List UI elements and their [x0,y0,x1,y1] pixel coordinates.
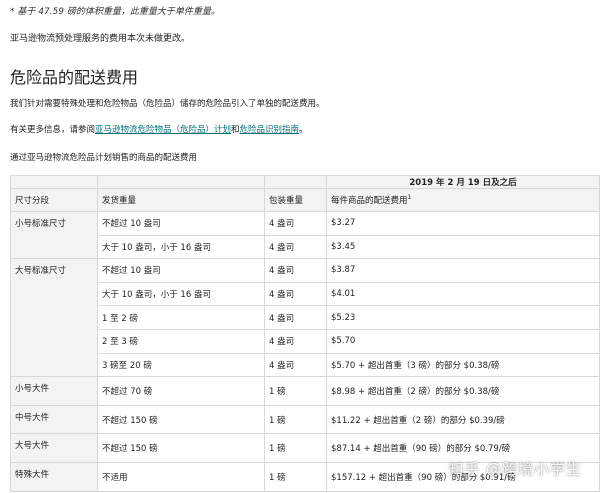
table-row: 1 至 2 磅4 盎司 $5.23 [11,305,600,330]
table-row: 中号大件 不超过 150 磅1 磅 $11.22 + 超出首重（2 磅）的部分 $0… [10,404,600,435]
shipping-weight-cell: 3 磅至 20 磅 [97,352,265,378]
shipping-weight-cell: 不超过 150 磅 [97,404,265,435]
packaging-weight-cell: 1 磅 [264,433,327,463]
shipping-weight-cell: 2 至 3 磅 [97,328,265,354]
column-header-weight: 发货重量 [97,188,265,212]
table-row: 大号标准尺寸 不超过 10 盎司 4 盎司 $3.87 [10,258,600,378]
table-header-blank [97,175,265,189]
intro-text: 我们针对需要特殊处理和危险物品（危险品）储存的危险品引入了单独的配送费用。 [10,99,325,109]
column-header-packaging: 包装重量 [264,188,327,212]
fulfillment-fee-cell: $3.45 [326,234,600,260]
watermark: 知乎 @跨境小学生 [448,460,582,478]
shipping-weight-cell: 不适用 [97,461,265,492]
packaging-weight-cell: 1 磅 [264,461,327,492]
size-tier-cell: 特殊大件 [10,461,98,492]
size-tier-cell: 大号标准尺寸 [10,258,98,378]
packaging-weight-cell: 4 盎司 [264,352,327,378]
fulfillment-fee-cell: $3.87 [326,258,600,283]
column-header-fee-label: 每件商品的配送费用 [331,196,408,206]
table-row: 小号大件 不超过 70 磅1 磅 $8.98 + 超出首重（2 磅）的部分 $0.3… [10,376,600,406]
table-row: 小号标准尺寸 不超过 10 盎司 4 盎司 $3.27 [10,210,600,260]
table-row: 大于 10 盎司，小于 16 盎司 4 盎司 $4.01 [11,281,600,307]
size-tier-cell: 小号标准尺寸 [10,210,98,260]
shipping-weight-cell: 1 至 2 磅 [97,305,265,330]
column-header-fee: 每件商品的配送费用1 [326,188,600,212]
shipping-weight-cell: 不超过 10 盎司 [97,211,265,236]
footnote-marker: 1 [407,194,412,202]
shipping-weight-cell: 大于 10 盎司，小于 16 盎司 [97,281,265,307]
packaging-weight-cell: 4 盎司 [264,305,327,330]
fee-table: 2019 年 2 月 19 日及之后 尺寸分段 发货重量 包装重量 每件商品的配… [10,175,600,492]
section-title: 危险品的配送费用 [10,68,139,87]
shipping-weight-cell: 大于 10 盎司，小于 16 盎司 [97,234,265,260]
table-row: 2 至 3 磅4 盎司 $5.70 [11,328,600,354]
packaging-weight-cell: 4 盎司 [264,234,327,260]
packaging-weight-cell: 1 磅 [264,404,327,435]
fulfillment-fee-cell: $3.27 [326,211,600,236]
column-header-tier: 尺寸分段 [10,188,98,212]
shipping-weight-cell: 不超过 70 磅 [97,376,265,406]
more-info-suffix: 。 [299,125,308,135]
table-header-blank [10,175,98,189]
more-info-middle: 和 [231,125,240,135]
fulfillment-fee-cell: $8.98 + 超出首重（2 磅）的部分 $0.38/磅 [326,376,600,406]
date-header: 2019 年 2 月 19 日及之后 [326,175,600,189]
packaging-weight-cell: 4 盎司 [264,258,327,283]
prep-fee-notice: 亚马逊物流预处理服务的费用本次未做更改。 [10,34,191,44]
packaging-weight-cell: 4 盎司 [264,281,327,307]
fulfillment-fee-cell: $11.22 + 超出首重（2 磅）的部分 $0.39/磅 [326,404,600,435]
more-info-prefix: 有关更多信息，请参阅 [10,125,96,135]
packaging-weight-cell: 4 盎司 [264,328,327,354]
size-tier-cell: 中号大件 [10,404,98,435]
fulfillment-fee-cell: $5.70 + 超出首重（3 磅）的部分 $0.38/磅 [326,352,600,378]
table-row: 大于 10 盎司，小于 16 盎司 4 盎司 $3.45 [11,234,600,260]
more-info-text: 有关更多信息，请参阅亚马逊物流危险物品（危险品）计划和危险品识别指南。 [10,123,308,135]
fulfillment-fee-cell: $4.01 [326,281,600,307]
fulfillment-fee-cell: $5.23 [326,305,600,330]
packaging-weight-cell: 1 磅 [264,376,327,406]
table-title: 通过亚马逊物流危险品计划销售的商品的配送费用 [10,153,198,163]
packaging-weight-cell: 4 盎司 [264,211,327,236]
table-header-blank [264,175,327,189]
size-tier-cell: 小号大件 [10,376,98,406]
hazmat-guide-link[interactable]: 危险品识别指南 [240,125,300,135]
shipping-weight-cell: 不超过 10 盎司 [97,258,265,283]
shipping-weight-cell: 不超过 150 磅 [97,433,265,463]
fulfillment-fee-cell: $5.70 [326,328,600,354]
table-row: 3 磅至 20 磅4 盎司 $5.70 + 超出首重（3 磅）的部分 $0.38/… [11,352,600,378]
hazmat-program-link[interactable]: 亚马逊物流危险物品（危险品）计划 [95,125,231,135]
weight-footnote: * 基于 47.59 磅的体积重量，此重量大于单件重量。 [10,7,220,17]
size-tier-cell: 大号大件 [10,433,98,463]
